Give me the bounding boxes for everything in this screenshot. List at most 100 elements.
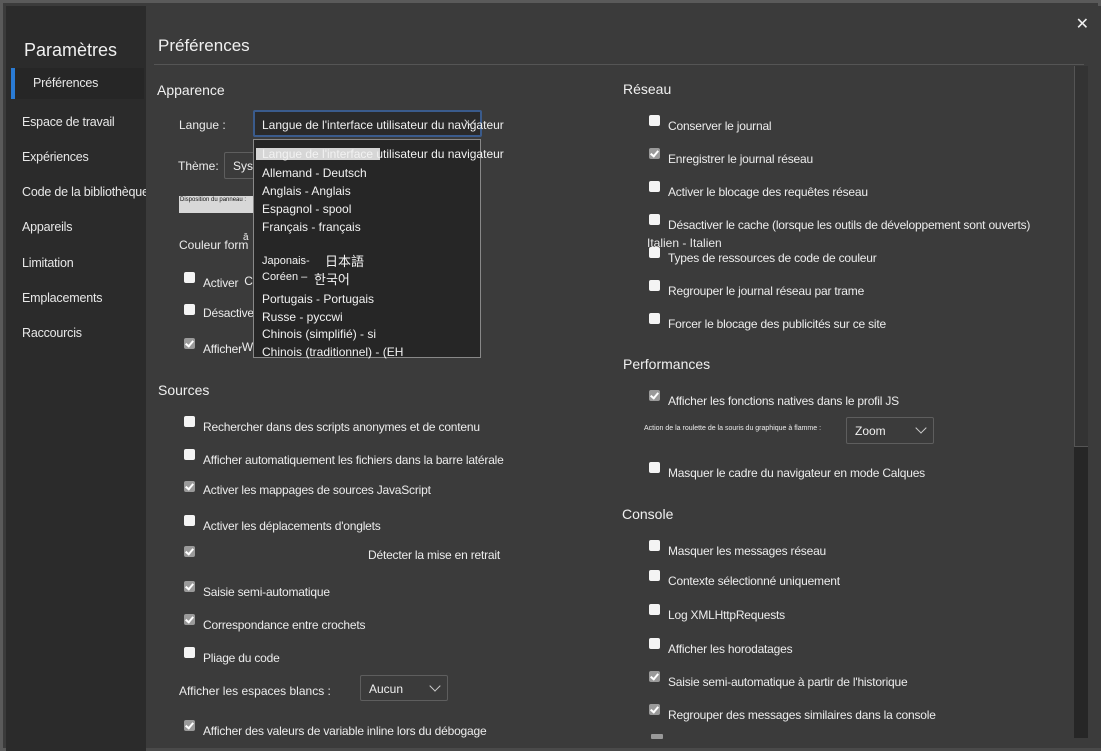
appearance-checkbox-row[interactable]: Afficher We xyxy=(184,338,259,356)
chevron-down-icon xyxy=(429,680,441,692)
checkbox[interactable] xyxy=(184,720,195,731)
close-icon: ✕ xyxy=(1075,16,1089,33)
network-checkbox-row[interactable]: Désactiver le cache (lorsque les outils … xyxy=(649,214,1030,232)
checkbox[interactable] xyxy=(649,115,660,126)
checkbox-label: Conserver le journal xyxy=(668,119,772,133)
dropdown-option[interactable]: Chinois (traditionnel) - (EH xyxy=(262,345,403,359)
checkbox[interactable] xyxy=(649,280,660,291)
checkbox[interactable] xyxy=(184,338,195,349)
dropdown-option[interactable]: Langue de l'interface utilisateur du nav… xyxy=(262,147,504,161)
checkbox[interactable] xyxy=(184,481,195,492)
flame-wheel-select[interactable]: Zoom xyxy=(846,417,934,444)
sources-checkbox-row[interactable]: Pliage du code xyxy=(184,647,280,665)
console-checkbox-row[interactable]: Afficher les horodatages xyxy=(649,638,793,656)
settings-main: Préférences ✕ Apparence Langue : Langue … xyxy=(146,6,1101,751)
checkbox-label: Activer les déplacements d'onglets xyxy=(203,519,381,533)
checkbox[interactable] xyxy=(649,604,660,615)
sidebar-item-preferences[interactable]: Préférences xyxy=(11,68,144,99)
sidebar-item-shortcuts[interactable]: Raccourcis xyxy=(22,326,82,340)
checkbox[interactable] xyxy=(649,671,660,682)
checkbox[interactable] xyxy=(184,647,195,658)
section-title-performance: Performances xyxy=(623,356,711,372)
checkbox-label: Activer les mappages de sources JavaScri… xyxy=(203,483,431,497)
checkbox[interactable] xyxy=(184,515,195,526)
checkbox[interactable] xyxy=(649,462,660,473)
sidebar-item-locations[interactable]: Emplacements xyxy=(22,291,102,305)
checkbox-label: Détecter la mise en retrait xyxy=(368,548,500,562)
network-checkbox-row[interactable]: Enregistrer le journal réseau xyxy=(649,148,813,166)
checkbox[interactable] xyxy=(649,638,660,649)
section-title-console: Console xyxy=(622,506,674,522)
checkbox-label: Regrouper le journal réseau par trame xyxy=(668,284,865,298)
console-checkbox-row[interactable]: Log XMLHttpRequests xyxy=(649,604,785,622)
language-select[interactable]: Langue de l'interface utilisateur du nav… xyxy=(253,110,504,137)
checkbox[interactable] xyxy=(184,581,195,592)
dropdown-option[interactable]: Japonais- xyxy=(262,255,310,267)
theme-label: Thème: xyxy=(178,159,219,173)
sidebar-item-throttling[interactable]: Limitation xyxy=(22,256,74,270)
dropdown-option[interactable]: Français - français xyxy=(262,220,361,234)
checkbox[interactable] xyxy=(184,546,195,557)
appearance-checkbox-row[interactable]: Activer C xyxy=(184,272,253,290)
close-button[interactable]: ✕ xyxy=(1076,14,1089,34)
checkbox-label: Saisie semi-automatique à partir de l'hi… xyxy=(668,675,908,689)
partially-visible-checkbox[interactable] xyxy=(651,734,663,739)
checkbox[interactable] xyxy=(649,540,660,551)
network-checkbox-row[interactable]: Types de ressources de code de couleur xyxy=(649,247,877,265)
checkbox[interactable] xyxy=(184,614,195,625)
checkbox-label: Activer le blocage des requêtes réseau xyxy=(668,185,868,199)
network-checkbox-row[interactable]: Conserver le journal xyxy=(649,115,772,133)
network-checkbox-row[interactable]: Regrouper le journal réseau par trame xyxy=(649,280,865,298)
dropdown-option[interactable]: Allemand - Deutsch xyxy=(262,166,367,180)
checkbox[interactable] xyxy=(649,313,660,324)
dropdown-option[interactable]: Portugais - Portugais xyxy=(262,292,374,306)
checkbox[interactable] xyxy=(649,247,660,258)
sources-checkbox-row[interactable]: Détecter la mise en retrait xyxy=(184,546,500,562)
section-title-sources: Sources xyxy=(158,382,210,398)
dropdown-option[interactable]: Anglais - Anglais xyxy=(262,184,351,198)
checkbox-label: Saisie semi-automatique xyxy=(203,585,330,599)
sources-checkbox-row[interactable]: Saisie semi-automatique xyxy=(184,581,330,599)
sources-checkbox-row[interactable]: Rechercher dans des scripts anonymes et … xyxy=(184,416,480,434)
checkbox[interactable] xyxy=(649,214,660,225)
sidebar-item-experiments[interactable]: Expériences xyxy=(22,150,89,164)
language-label: Langue : xyxy=(179,118,226,132)
checkbox[interactable] xyxy=(184,416,195,427)
checkbox[interactable] xyxy=(649,704,660,715)
console-checkbox-row[interactable]: Saisie semi-automatique à partir de l'hi… xyxy=(649,671,908,689)
sidebar-title: Paramètres xyxy=(24,40,118,60)
checkbox[interactable] xyxy=(649,181,660,192)
checkbox[interactable] xyxy=(184,449,195,460)
dropdown-option[interactable]: Russe - pyccwi xyxy=(262,310,343,324)
checkbox[interactable] xyxy=(649,148,660,159)
checkbox[interactable] xyxy=(649,390,660,401)
inline-values-checkbox-row[interactable]: Afficher des valeurs de variable inline … xyxy=(184,720,487,738)
network-checkbox-row[interactable]: Forcer le blocage des publicités sur ce … xyxy=(649,313,886,331)
checkbox[interactable] xyxy=(184,272,195,283)
sources-checkbox-row[interactable]: Activer les déplacements d'onglets xyxy=(184,515,381,533)
sidebar-item-library-code[interactable]: Code de la bibliothèque xyxy=(22,185,149,199)
checkbox[interactable] xyxy=(649,570,660,581)
hide-frame-checkbox-row[interactable]: Masquer le cadre du navigateur en mode C… xyxy=(649,462,925,480)
sidebar-item-devices[interactable]: Appareils xyxy=(22,220,73,234)
appearance-checkbox-row[interactable]: Désactiver r xyxy=(184,304,262,320)
native-functions-checkbox-row[interactable]: Afficher les fonctions natives dans le p… xyxy=(649,390,899,408)
settings-window: Paramètres Préférences Espace de travail… xyxy=(0,0,1101,751)
scrollbar-thumb[interactable] xyxy=(1074,446,1088,738)
checkbox[interactable] xyxy=(184,304,195,315)
whitespace-select[interactable]: Aucun xyxy=(360,675,448,701)
whitespace-select-value: Aucun xyxy=(369,682,404,696)
sidebar-item-workspace[interactable]: Espace de travail xyxy=(22,115,115,129)
checkbox-label: Rechercher dans des scripts anonymes et … xyxy=(203,420,480,434)
checkbox-label: Correspondance entre crochets xyxy=(203,618,366,632)
sources-checkbox-row[interactable]: Correspondance entre crochets xyxy=(184,614,366,632)
sources-checkbox-row[interactable]: Afficher automatiquement les fichiers da… xyxy=(184,449,504,467)
console-checkbox-row[interactable]: Regrouper des messages similaires dans l… xyxy=(649,704,936,722)
sources-checkbox-row[interactable]: Activer les mappages de sources JavaScri… xyxy=(184,481,431,497)
network-checkbox-row[interactable]: Activer le blocage des requêtes réseau xyxy=(649,181,868,199)
dropdown-option[interactable]: Coréen – xyxy=(262,271,307,283)
console-checkbox-row[interactable]: Contexte sélectionné uniquement xyxy=(649,570,840,588)
console-checkbox-row[interactable]: Masquer les messages réseau xyxy=(649,540,826,558)
dropdown-option[interactable]: Espagnol - spool xyxy=(262,202,351,216)
dropdown-option[interactable]: Chinois (simplifié) - si xyxy=(262,327,376,341)
